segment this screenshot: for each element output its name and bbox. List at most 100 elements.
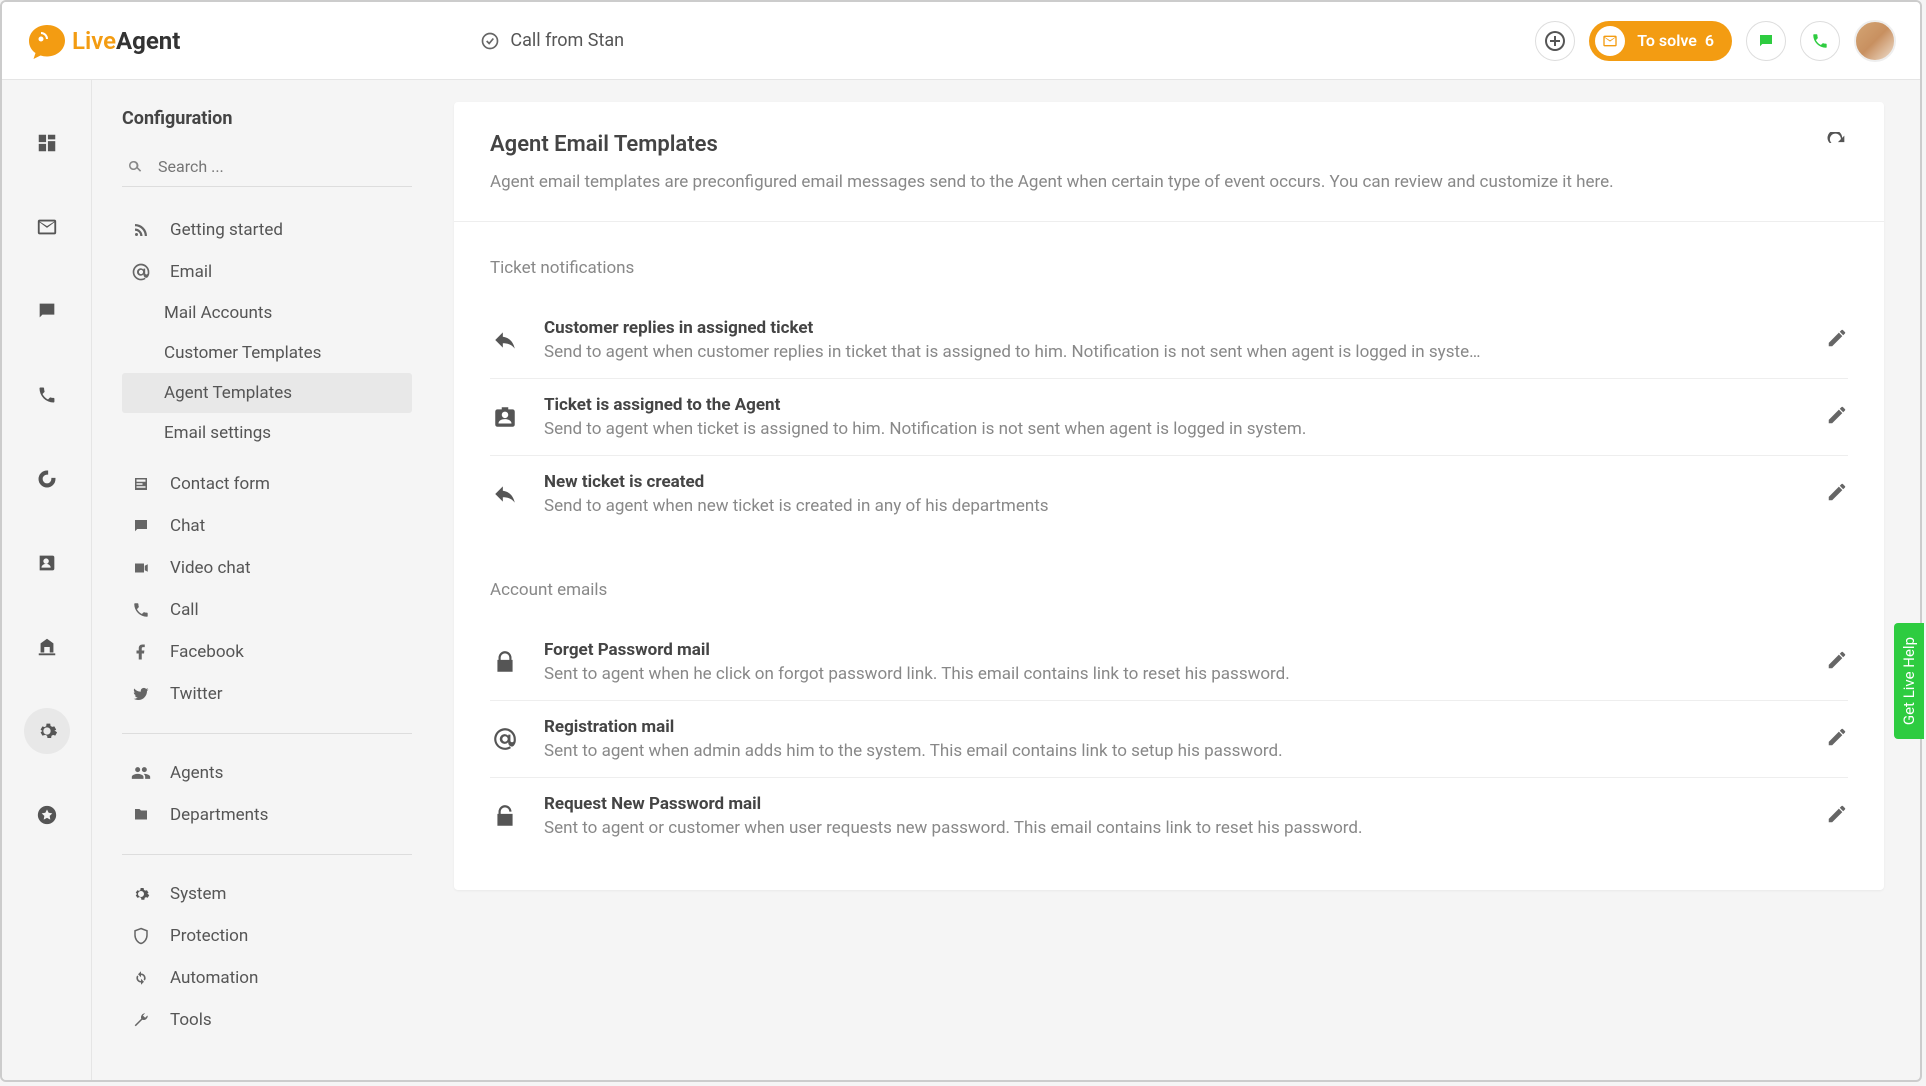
at-icon — [490, 726, 520, 752]
nav-chat[interactable]: Chat — [122, 505, 412, 547]
chat-button[interactable] — [1746, 21, 1786, 61]
nav-label: Agents — [170, 763, 223, 783]
nav-label: Departments — [170, 805, 268, 825]
shield-icon — [130, 925, 152, 947]
chat-icon — [130, 515, 152, 537]
nav-label: System — [170, 884, 226, 904]
nav-facebook[interactable]: Facebook — [122, 631, 412, 673]
avatar[interactable] — [1854, 20, 1896, 62]
nav-departments[interactable]: Departments — [122, 794, 412, 836]
sync-icon — [130, 967, 152, 989]
nav-system[interactable]: System — [122, 873, 412, 915]
edit-button[interactable] — [1826, 726, 1848, 752]
folder-icon — [130, 804, 152, 826]
rail-building[interactable] — [24, 624, 70, 670]
template-description: Send to agent when customer replies in t… — [544, 342, 1802, 362]
rail-contacts[interactable] — [24, 540, 70, 586]
rail-settings[interactable] — [24, 708, 70, 754]
template-description: Sent to agent or customer when user requ… — [544, 818, 1802, 838]
to-solve-pill[interactable]: To solve 6 — [1589, 21, 1732, 61]
nav-contact-form[interactable]: Contact form — [122, 463, 412, 505]
nav-getting-started[interactable]: Getting started — [122, 209, 412, 251]
live-help-label: Get Live Help — [1900, 637, 1918, 725]
template-row[interactable]: Registration mail Sent to agent when adm… — [490, 701, 1848, 778]
nav-label: Call — [170, 600, 199, 620]
pencil-icon — [1826, 803, 1848, 825]
breadcrumb-label: Call from Stan — [510, 30, 624, 51]
nav-automation[interactable]: Automation — [122, 957, 412, 999]
nav-mail-accounts[interactable]: Mail Accounts — [122, 293, 412, 333]
unlock-icon — [490, 803, 520, 829]
nav-rail — [2, 80, 92, 1080]
template-row[interactable]: Customer replies in assigned ticket Send… — [490, 302, 1848, 379]
rail-mail[interactable] — [24, 204, 70, 250]
nav-label: Twitter — [170, 684, 222, 704]
nav-label: Protection — [170, 926, 248, 946]
edit-button[interactable] — [1826, 481, 1848, 507]
phone-icon — [130, 599, 152, 621]
rail-progress[interactable] — [24, 456, 70, 502]
live-help-tab[interactable]: Get Live Help — [1894, 623, 1922, 739]
pencil-icon — [1826, 327, 1848, 349]
template-row[interactable]: Forget Password mail Sent to agent when … — [490, 624, 1848, 701]
header: LiveAgent Call from Stan To solve 6 — [2, 2, 1920, 80]
at-icon — [130, 261, 152, 283]
sidebar: Configuration Getting started Email Mail… — [92, 80, 432, 1080]
nav-call[interactable]: Call — [122, 589, 412, 631]
chat-icon — [36, 300, 58, 322]
page-title: Agent Email Templates — [490, 132, 1826, 157]
nav-label: Video chat — [170, 558, 251, 578]
nav-protection[interactable]: Protection — [122, 915, 412, 957]
nav-email[interactable]: Email — [122, 251, 412, 293]
template-row[interactable]: Ticket is assigned to the Agent Send to … — [490, 379, 1848, 456]
sidebar-title: Configuration — [122, 108, 412, 129]
plus-icon — [1543, 29, 1567, 53]
refresh-button[interactable] — [1826, 132, 1848, 158]
people-icon — [130, 762, 152, 784]
edit-button[interactable] — [1826, 803, 1848, 829]
template-title: New ticket is created — [544, 472, 1802, 492]
call-button[interactable] — [1800, 21, 1840, 61]
logo-text: LiveAgent — [72, 27, 180, 55]
edit-button[interactable] — [1826, 649, 1848, 675]
contacts-icon — [36, 552, 58, 574]
to-solve-label: To solve — [1637, 31, 1697, 50]
nav-twitter[interactable]: Twitter — [122, 673, 412, 715]
template-title: Registration mail — [544, 717, 1802, 737]
nav-label: Facebook — [170, 642, 244, 662]
edit-button[interactable] — [1826, 404, 1848, 430]
rail-phone[interactable] — [24, 372, 70, 418]
breadcrumb[interactable]: Call from Stan — [180, 30, 1535, 51]
nav-label: Chat — [170, 516, 205, 536]
wrench-icon — [130, 1009, 152, 1031]
facebook-icon — [130, 641, 152, 663]
mail-icon — [36, 216, 58, 238]
search-input[interactable] — [158, 157, 408, 176]
nav-label: Email settings — [164, 423, 271, 443]
template-title: Forget Password mail — [544, 640, 1802, 660]
nav-label: Automation — [170, 968, 258, 988]
template-row[interactable]: Request New Password mail Sent to agent … — [490, 778, 1848, 854]
nav-agents[interactable]: Agents — [122, 752, 412, 794]
add-button[interactable] — [1535, 21, 1575, 61]
pencil-icon — [1826, 481, 1848, 503]
nav-agent-templates[interactable]: Agent Templates — [122, 373, 412, 413]
progress-icon — [36, 468, 58, 490]
rail-dashboard[interactable] — [24, 120, 70, 166]
edit-button[interactable] — [1826, 327, 1848, 353]
nav-customer-templates[interactable]: Customer Templates — [122, 333, 412, 373]
nav-tools[interactable]: Tools — [122, 999, 412, 1041]
search-row[interactable] — [122, 151, 412, 187]
rail-star[interactable] — [24, 792, 70, 838]
pencil-icon — [1826, 404, 1848, 426]
logo[interactable]: LiveAgent — [26, 22, 180, 60]
template-description: Sent to agent when he click on forgot pa… — [544, 664, 1802, 684]
template-title: Ticket is assigned to the Agent — [544, 395, 1802, 415]
template-row[interactable]: New ticket is created Send to agent when… — [490, 456, 1848, 532]
badge-icon — [490, 404, 520, 430]
content-card: Agent Email Templates Agent email templa… — [454, 102, 1884, 890]
rail-chat[interactable] — [24, 288, 70, 334]
template-description: Send to agent when new ticket is created… — [544, 496, 1802, 516]
nav-video-chat[interactable]: Video chat — [122, 547, 412, 589]
nav-email-settings[interactable]: Email settings — [122, 413, 412, 453]
